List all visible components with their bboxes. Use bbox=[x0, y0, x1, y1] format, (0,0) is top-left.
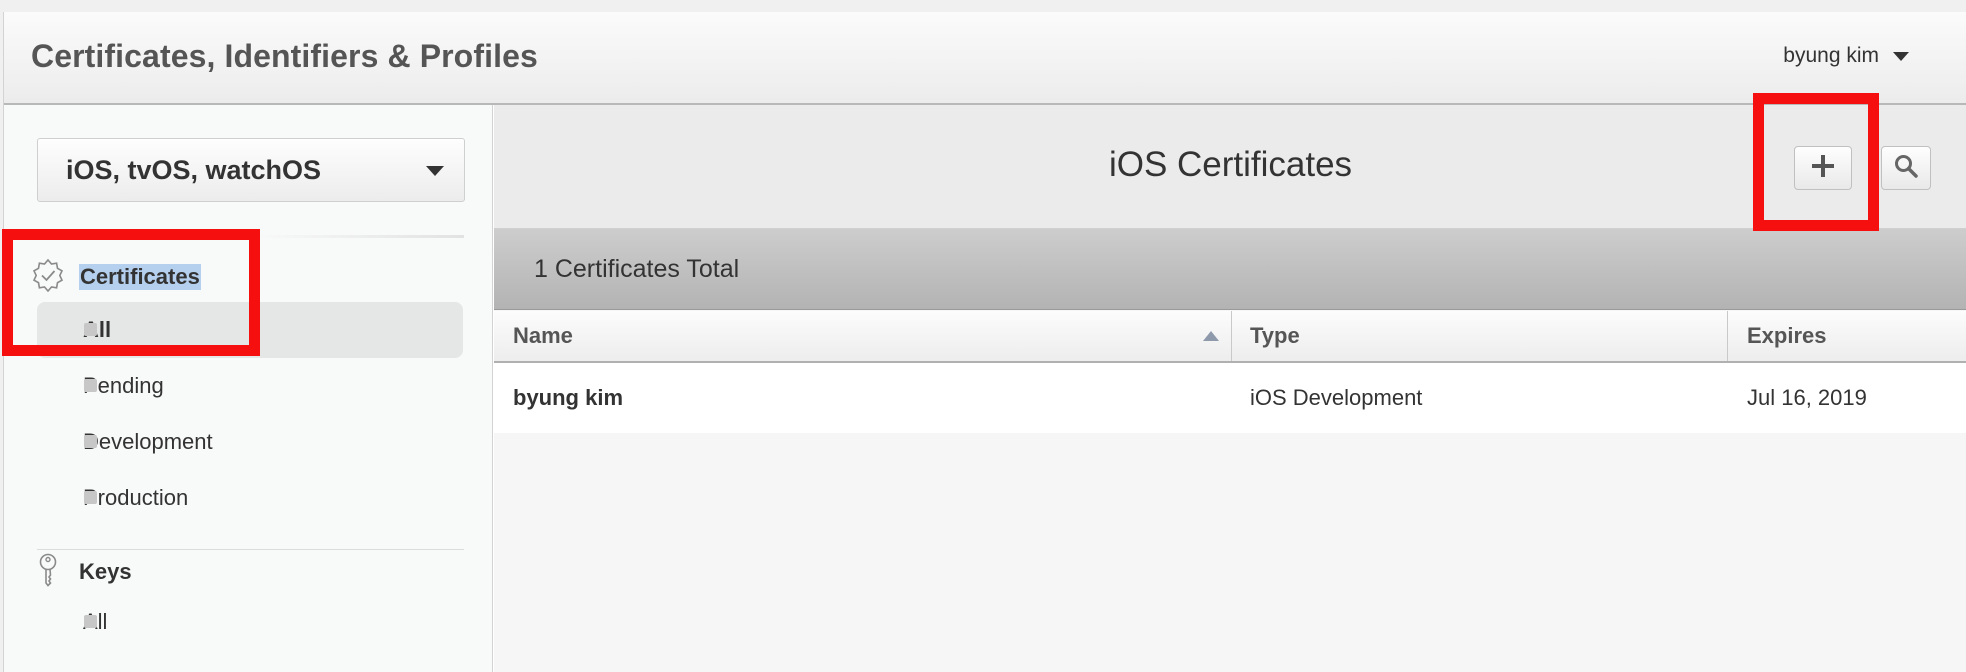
bullet-icon bbox=[84, 615, 97, 628]
sidebar-item-development[interactable]: Development bbox=[37, 414, 463, 470]
page-title: Certificates, Identifiers & Profiles bbox=[31, 38, 538, 74]
chevron-down-icon bbox=[426, 166, 444, 176]
sort-ascending-icon bbox=[1203, 331, 1219, 341]
cell-name: byung kim bbox=[513, 385, 624, 410]
sidebar: iOS, tvOS, watchOS Certificates All Pend… bbox=[4, 105, 493, 672]
column-header-label: Expires bbox=[1747, 323, 1827, 348]
app-window: Certificates, Identifiers & Profiles byu… bbox=[3, 12, 1966, 672]
key-icon bbox=[31, 552, 65, 593]
bullet-icon bbox=[84, 379, 97, 392]
table-header: Name Type Expires bbox=[494, 311, 1966, 363]
table-row[interactable]: byung kim iOS Development Jul 16, 2019 bbox=[494, 363, 1966, 433]
column-header-label: Type bbox=[1250, 323, 1300, 348]
sidebar-item-all-keys[interactable]: All bbox=[37, 594, 463, 650]
column-header-expires[interactable]: Expires bbox=[1728, 311, 1966, 361]
search-icon bbox=[1893, 153, 1919, 184]
column-header-type[interactable]: Type bbox=[1232, 311, 1728, 361]
section-title: iOS Certificates bbox=[1108, 145, 1353, 184]
column-header-name[interactable]: Name bbox=[494, 311, 1232, 361]
sidebar-item-label: Production bbox=[83, 485, 189, 510]
platform-selected-value: iOS, tvOS, watchOS bbox=[66, 154, 322, 185]
main-header: iOS Certificates bbox=[494, 105, 1966, 229]
cell-type: iOS Development bbox=[1250, 385, 1423, 410]
user-name: byung kim bbox=[1783, 44, 1879, 67]
bullet-icon bbox=[84, 435, 97, 448]
sidebar-separator bbox=[254, 235, 464, 238]
sidebar-heading-label: Keys bbox=[79, 559, 132, 584]
chevron-down-icon bbox=[1893, 51, 1909, 61]
window-top-margin bbox=[0, 0, 1966, 12]
sidebar-item-pending[interactable]: Pending bbox=[37, 358, 463, 414]
annotation-box-certificates bbox=[2, 229, 260, 356]
results-count: 1 Certificates Total bbox=[534, 255, 740, 283]
page-header: Certificates, Identifiers & Profiles byu… bbox=[4, 12, 1966, 105]
sidebar-item-production[interactable]: Production bbox=[37, 470, 463, 526]
bullet-icon bbox=[84, 491, 97, 504]
main-panel: iOS Certificates 1 Certificates Total Na… bbox=[494, 105, 1966, 672]
column-header-label: Name bbox=[513, 323, 573, 348]
sidebar-item-label: Development bbox=[83, 429, 213, 454]
cell-expires: Jul 16, 2019 bbox=[1747, 385, 1867, 410]
sidebar-heading-keys[interactable]: Keys bbox=[31, 553, 132, 589]
user-menu[interactable]: byung kim bbox=[1783, 44, 1909, 68]
results-count-bar: 1 Certificates Total bbox=[494, 229, 1966, 310]
annotation-box-add-button bbox=[1753, 93, 1879, 231]
search-button[interactable] bbox=[1881, 146, 1931, 190]
platform-dropdown[interactable]: iOS, tvOS, watchOS bbox=[37, 138, 465, 202]
sidebar-divider bbox=[37, 549, 464, 550]
